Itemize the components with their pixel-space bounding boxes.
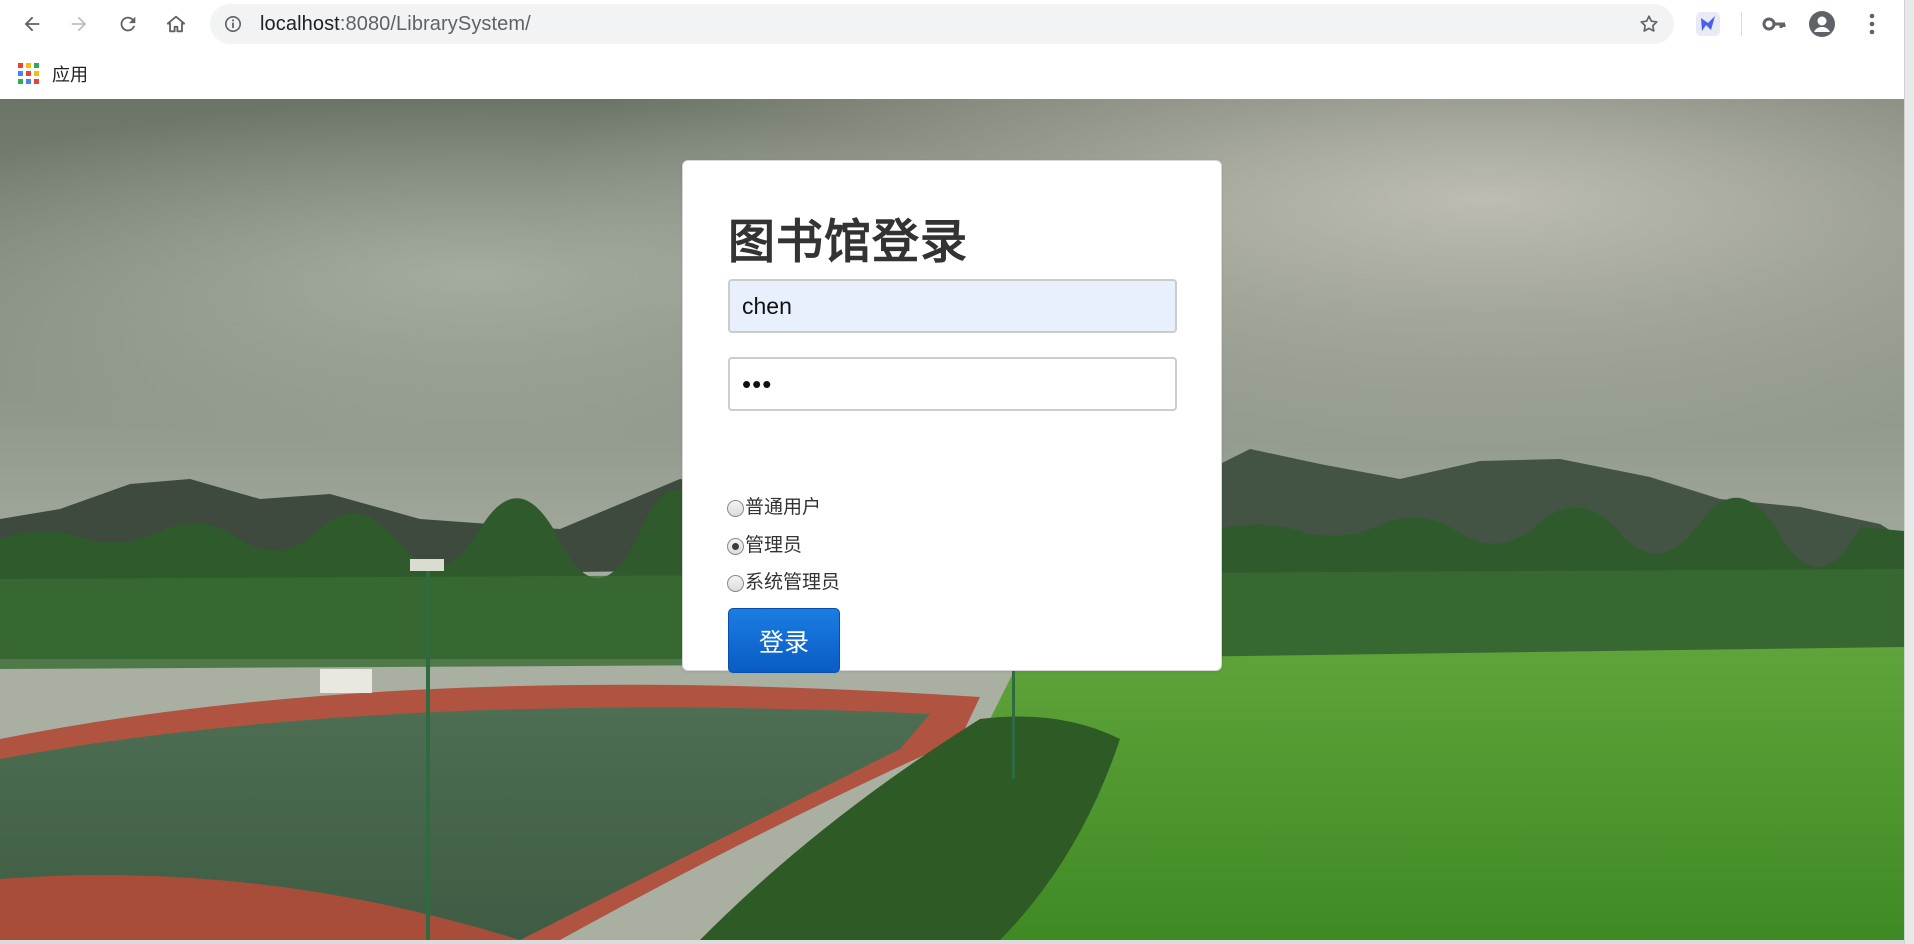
window-edge — [1904, 0, 1914, 944]
profile-icon[interactable] — [1808, 10, 1836, 38]
key-icon[interactable] — [1760, 10, 1788, 38]
role-option-system-admin[interactable]: 系统管理员 — [727, 566, 840, 594]
reload-icon[interactable] — [112, 8, 144, 40]
role-radio-admin[interactable] — [727, 537, 744, 555]
browser-chrome: localhost:8080/LibrarySystem/ 应用 — [0, 0, 1904, 99]
role-option-regular-user[interactable]: 普通用户 — [727, 491, 821, 519]
browser-toolbar: localhost:8080/LibrarySystem/ — [0, 0, 1904, 48]
url-host: localhost — [260, 13, 340, 35]
apps-shortcut[interactable]: 应用 — [18, 62, 88, 86]
extension-icon[interactable] — [1694, 10, 1722, 38]
site-info-icon[interactable] — [224, 15, 242, 33]
username-input[interactable] — [728, 279, 1177, 333]
role-label-regular-user: 普通用户 — [745, 495, 822, 518]
home-icon[interactable] — [160, 8, 192, 40]
url-path: :8080/LibrarySystem/ — [339, 13, 531, 35]
role-label-admin: 管理员 — [745, 533, 803, 556]
role-option-admin[interactable]: 管理员 — [727, 529, 802, 557]
forward-arrow-icon[interactable] — [63, 8, 95, 40]
page-title: 图书馆登录 — [728, 215, 968, 270]
apps-grid-icon — [18, 63, 40, 85]
role-radio-system-admin[interactable] — [727, 574, 744, 592]
apps-label: 应用 — [52, 65, 88, 86]
page-viewport: 图书馆登录 普通用户 管理员 系统管理员 登录 — [0, 99, 1904, 940]
bookmark-star-icon[interactable] — [1638, 13, 1660, 35]
toolbar-separator — [1741, 12, 1742, 36]
role-label-system-admin: 系统管理员 — [745, 570, 841, 593]
status-strip — [0, 940, 1904, 944]
password-input[interactable] — [728, 357, 1177, 411]
address-bar[interactable]: localhost:8080/LibrarySystem/ — [210, 4, 1674, 44]
login-card: 图书馆登录 普通用户 管理员 系统管理员 登录 — [682, 160, 1222, 673]
role-radio-regular-user[interactable] — [727, 499, 744, 517]
bookmarks-bar: 应用 — [0, 52, 1904, 96]
back-arrow-icon[interactable] — [16, 8, 48, 40]
menu-icon[interactable] — [1858, 10, 1886, 38]
login-button[interactable]: 登录 — [728, 608, 840, 673]
url-text: localhost:8080/LibrarySystem/ — [260, 4, 531, 44]
